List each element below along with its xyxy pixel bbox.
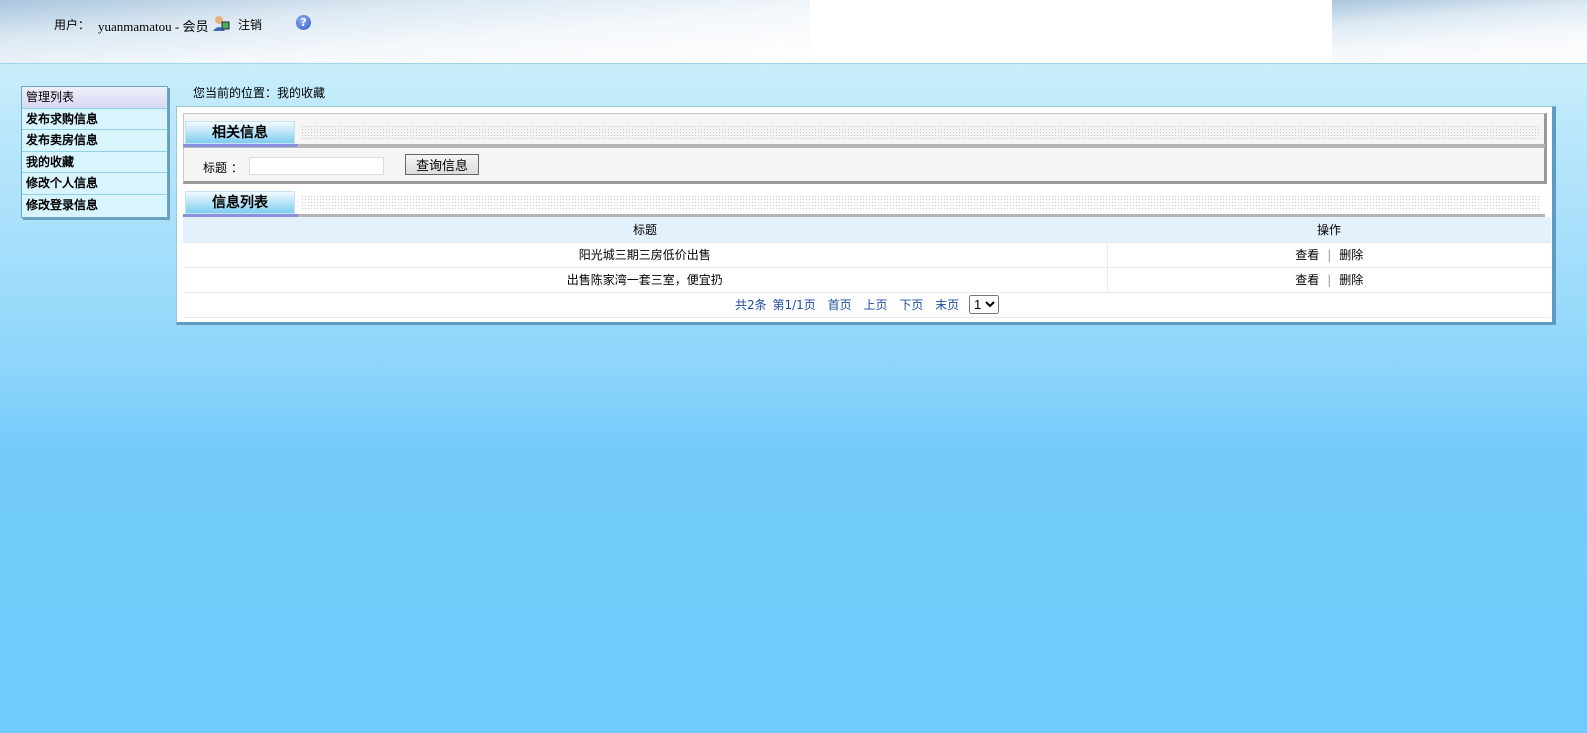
list-section-header: 信息列表 [183,185,1545,219]
separator: | [1327,248,1332,262]
row-title: 阳光城三期三房低价出售 [183,242,1108,268]
total-count: 共2条 [735,298,767,312]
view-link[interactable]: 查看 [1295,273,1319,287]
help-icon[interactable]: ? [296,15,311,30]
separator: | [1327,273,1332,287]
row-title: 出售陈家湾一套三室，便宜扔 [183,267,1108,293]
header-blank [810,0,1332,63]
sidebar: 管理列表 发布求购信息 发布卖房信息 我的收藏 修改个人信息 修改登录信息 [21,86,168,218]
breadcrumb: 您当前的位置：我的收藏 [193,86,326,100]
list-section-title: 信息列表 [185,191,295,214]
main-panel: 相关信息 标题 ： 查询信息 信息列表 标题 操作 阳光城三期三房低价出售 查看… [176,106,1556,325]
row-actions: 查看 | 删除 [1107,267,1551,293]
dotted-divider [301,125,1541,139]
search-section-title: 相关信息 [185,121,295,144]
divider-line [183,144,1545,148]
sidebar-item-post-wanted[interactable]: 发布求购信息 [22,108,167,131]
delete-link[interactable]: 删除 [1339,248,1363,262]
search-section-header: 相关信息 [183,115,1545,149]
table-row: 出售陈家湾一套三室，便宜扔 查看 | 删除 [183,267,1551,293]
table-row: 阳光城三期三房低价出售 查看 | 删除 [183,242,1551,268]
sidebar-item-edit-login[interactable]: 修改登录信息 [22,194,167,217]
sidebar-item-post-sale[interactable]: 发布卖房信息 [22,130,167,152]
logout-link[interactable]: 注销 [238,16,262,33]
column-header-actions: 操作 [1107,217,1551,243]
user-label: 用户： [54,18,91,32]
favorites-table: 标题 操作 阳光城三期三房低价出售 查看 | 删除 出售陈家湾一套三室，便宜扔 查看… [183,217,1551,318]
search-button[interactable]: 查询信息 [405,154,479,175]
next-page-link[interactable]: 下页 [899,298,923,312]
view-link[interactable]: 查看 [1295,248,1319,262]
page-indicator: 第1/1页 [772,298,816,312]
first-page-link[interactable]: 首页 [828,298,852,312]
title-label: 标题 ： [203,161,243,175]
user-icon [212,14,230,32]
dotted-divider [301,195,1541,209]
sidebar-item-favorites[interactable]: 我的收藏 [22,151,167,174]
prev-page-link[interactable]: 上页 [863,298,887,312]
row-actions: 查看 | 删除 [1107,242,1551,268]
sidebar-item-edit-profile[interactable]: 修改个人信息 [22,173,167,195]
title-search-input[interactable] [249,157,384,175]
pagination: 共2条 第1/1页 首页 上页 下页 末页 1 [183,292,1551,318]
username: yuanmamatou - 会员 [98,19,209,34]
delete-link[interactable]: 删除 [1339,273,1363,287]
header: 用户： yuanmamatou - 会员 注销 ? [0,0,1587,64]
header-banner-right [1332,0,1587,63]
column-header-title: 标题 [183,217,1107,243]
last-page-link[interactable]: 末页 [935,298,959,312]
page-select[interactable]: 1 [969,295,999,314]
sidebar-heading: 管理列表 [22,87,167,109]
